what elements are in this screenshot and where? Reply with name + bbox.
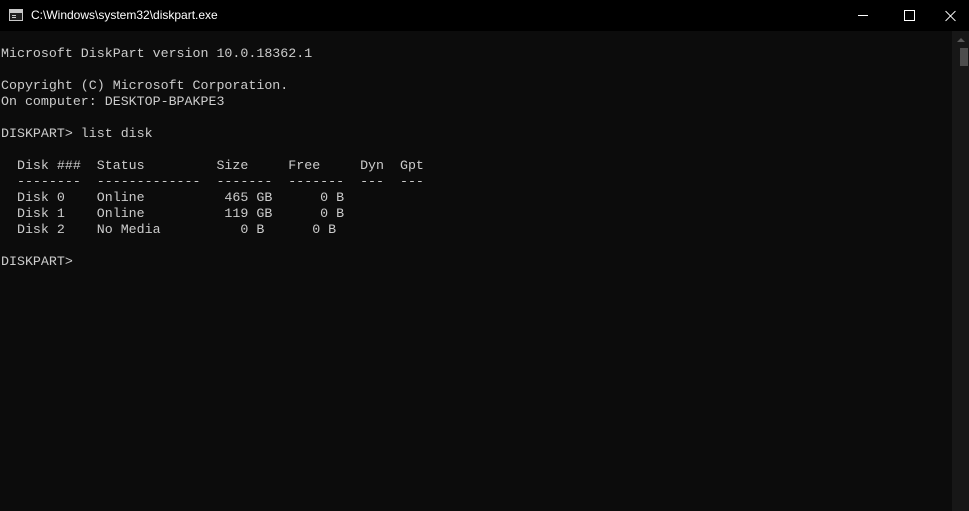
disk-table-header: Disk ### Status Size Free Dyn Gpt (1, 158, 424, 173)
minimize-button[interactable] (840, 0, 886, 31)
console-line: On computer: DESKTOP-BPAKPE3 (1, 94, 225, 109)
console-app-icon[interactable] (9, 9, 23, 21)
maximize-icon (903, 10, 915, 21)
console-output-area[interactable]: Microsoft DiskPart version 10.0.18362.1 … (0, 31, 952, 511)
close-icon (945, 10, 957, 22)
window-title: C:\Windows\system32\diskpart.exe (31, 8, 218, 22)
arrow-up-icon (956, 37, 965, 42)
console-text: Microsoft DiskPart version 10.0.18362.1 … (0, 31, 952, 270)
disk-table-row: Disk 1 Online 119 GB 0 B (1, 206, 345, 221)
console-line: DISKPART> list disk (1, 126, 153, 141)
console-line: Copyright (C) Microsoft Corporation. (1, 78, 289, 93)
command-prompt[interactable]: DISKPART> (1, 254, 81, 269)
minimize-icon (858, 15, 868, 16)
maximize-button[interactable] (886, 0, 932, 31)
disk-table-separator: -------- ------------- ------- ------- -… (1, 174, 424, 189)
title-bar: C:\Windows\system32\diskpart.exe (0, 0, 969, 31)
scroll-up-button[interactable] (952, 31, 969, 48)
console-line: Microsoft DiskPart version 10.0.18362.1 (1, 46, 313, 61)
disk-table-row: Disk 2 No Media 0 B 0 B (1, 222, 337, 237)
vertical-scrollbar[interactable] (952, 31, 969, 511)
scroll-thumb[interactable] (960, 48, 968, 66)
close-button[interactable] (932, 0, 969, 31)
disk-table-row: Disk 0 Online 465 GB 0 B (1, 190, 345, 205)
